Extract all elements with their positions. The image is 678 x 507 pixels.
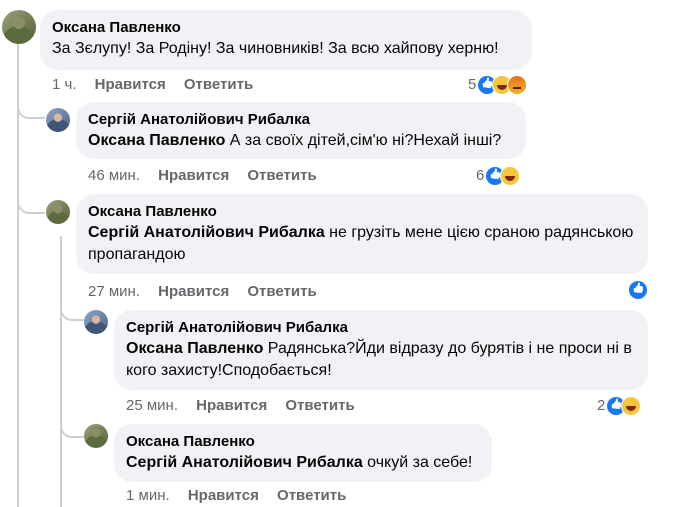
like-button[interactable]: Нравится [196, 397, 267, 414]
comment-actions: 46 мин. Нравится Ответить [88, 166, 331, 186]
like-button[interactable]: Нравится [95, 76, 166, 93]
mention-link[interactable]: Сергій Анатолійович Рибалка [126, 454, 363, 471]
reaction-summary[interactable]: 6 [476, 166, 521, 186]
thread-connector [60, 413, 84, 438]
reaction-count: 5 [468, 76, 477, 93]
comment-bubble: Оксана Павленко Сергій Анатолійович Риба… [114, 424, 492, 482]
haha-icon [621, 396, 642, 416]
comment-actions: 25 мин. Нравится Ответить [126, 396, 369, 416]
reply-button[interactable]: Ответить [247, 283, 316, 300]
thread-connector [17, 95, 45, 119]
comment-bubble: Оксана Павленко Сергій Анатолійович Риба… [76, 194, 648, 274]
comment-time[interactable]: 25 мин. [126, 397, 178, 414]
mention-link[interactable]: Оксана Павленко [88, 132, 225, 149]
reply-button[interactable]: Ответить [247, 167, 316, 184]
comment-time[interactable]: 27 мин. [88, 283, 140, 300]
thread-line [60, 236, 62, 507]
comment-bubble: Сергій Анатолійович Рибалка Оксана Павле… [114, 310, 648, 390]
comment-author[interactable]: Оксана Павленко [88, 202, 636, 222]
comment-author[interactable]: Сергій Анатолійович Рибалка [88, 110, 514, 130]
angry-icon [507, 75, 528, 95]
reply-button[interactable]: Ответить [184, 76, 253, 93]
reaction-count: 2 [597, 397, 606, 414]
avatar[interactable] [46, 200, 70, 224]
reply-button[interactable]: Ответить [285, 397, 354, 414]
comment-actions: 27 мин. Нравится Ответить [88, 282, 331, 302]
comment-author[interactable]: Сергій Анатолійович Рибалка [126, 318, 636, 338]
haha-icon [500, 166, 521, 186]
comment-text: очкуй за себе! [362, 454, 473, 471]
avatar[interactable] [84, 424, 108, 448]
comment-actions: 1 ч. Нравится Ответить [52, 75, 267, 95]
thread-connector [17, 190, 45, 214]
reaction-summary[interactable] [628, 280, 648, 300]
comment-author[interactable]: Оксана Павленко [126, 432, 480, 452]
like-icon [628, 280, 648, 300]
comment-time[interactable]: 46 мин. [88, 167, 140, 184]
comment-author[interactable]: Оксана Павленко [52, 18, 520, 38]
comment-actions: 1 мин. Нравится Ответить [126, 486, 360, 506]
comment-text: За Зєлупу! За Родіну! За чиновників! За … [52, 40, 499, 57]
like-button[interactable]: Нравится [158, 167, 229, 184]
comment-bubble: Сергій Анатолійович Рибалка Оксана Павле… [76, 102, 526, 159]
thread-connector [60, 296, 84, 321]
avatar[interactable] [2, 10, 36, 44]
avatar[interactable] [84, 310, 108, 334]
mention-link[interactable]: Сергій Анатолійович Рибалка [88, 224, 325, 241]
like-button[interactable]: Нравится [158, 283, 229, 300]
reply-button[interactable]: Ответить [277, 487, 346, 504]
mention-link[interactable]: Оксана Павленко [126, 340, 263, 357]
avatar[interactable] [46, 108, 70, 132]
comment-bubble: Оксана Павленко За Зєлупу! За Родіну! За… [40, 10, 532, 70]
comment-text: А за своїх дітей,сім'ю ні?Нехай інші? [225, 132, 502, 149]
like-button[interactable]: Нравится [188, 487, 259, 504]
comment-time[interactable]: 1 ч. [52, 76, 77, 93]
reaction-summary[interactable]: 2 [597, 396, 642, 416]
comment-time[interactable]: 1 мин. [126, 487, 170, 504]
reaction-count: 6 [476, 167, 485, 184]
reaction-summary[interactable]: 5 [468, 75, 528, 95]
